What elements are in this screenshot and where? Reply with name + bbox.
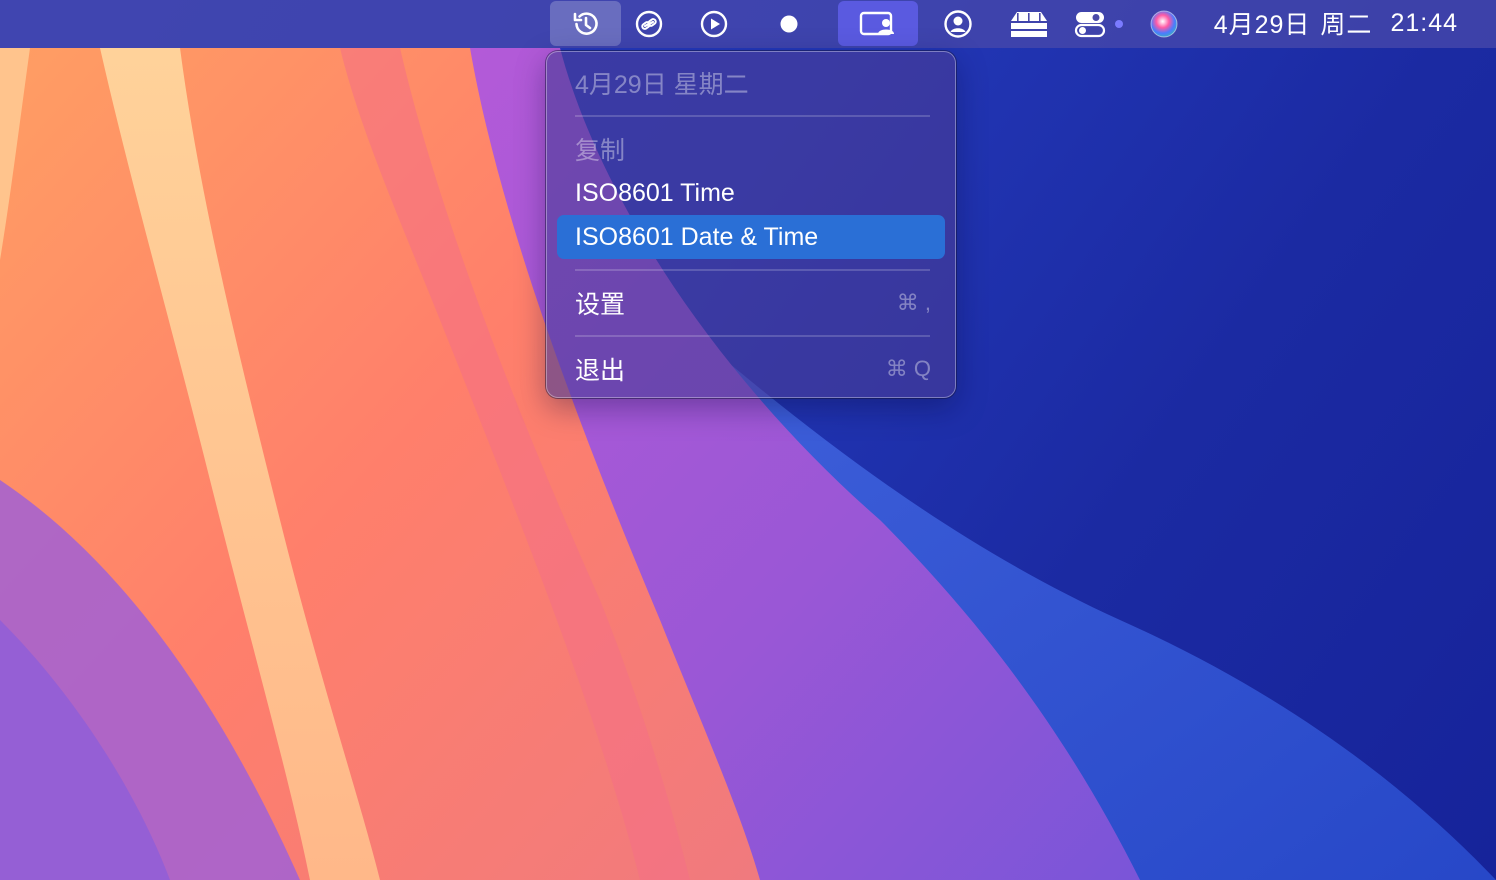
account-menu-extra[interactable] — [940, 0, 976, 48]
quit-shortcut: ⌘ Q — [885, 356, 931, 381]
menu-item-settings-label: 设置 — [575, 291, 626, 319]
menu-item-iso-datetime-label: ISO8601 Date & Time — [575, 222, 819, 251]
menu-copy-header-label: 复制 — [575, 137, 626, 165]
menu-item-iso-datetime[interactable]: ISO8601 Date & Time — [557, 215, 945, 259]
menu-separator — [575, 269, 930, 271]
stacks-icon — [1011, 12, 1047, 37]
recording-dot[interactable] — [775, 0, 803, 48]
siri-icon — [1150, 10, 1178, 38]
control-center-menu-extra[interactable] — [1072, 0, 1128, 48]
menu-item-iso-time-label: ISO8601 Time — [575, 178, 735, 207]
menu-item-settings[interactable]: 设置 ⌘ , — [557, 281, 945, 325]
menu-item-quit-label: 退出 — [575, 357, 626, 385]
menu-date-header: 4月29日 星期二 — [557, 61, 945, 105]
clock-time: 21:44 — [1390, 8, 1458, 37]
menu-separator — [575, 335, 930, 337]
menu-date-header-label: 4月29日 星期二 — [575, 71, 749, 99]
dot-icon — [780, 15, 798, 33]
clock-date: 4月29日 — [1213, 11, 1311, 39]
history-icon — [573, 12, 598, 35]
stacks-menu-extra[interactable] — [1005, 0, 1053, 48]
clock-weekday: 周二 — [1320, 11, 1373, 39]
siri-menu-extra[interactable] — [1146, 0, 1182, 48]
settings-shortcut: ⌘ , — [896, 290, 931, 315]
account-icon — [944, 10, 972, 38]
play-icon — [700, 10, 728, 38]
menu-item-quit[interactable]: 退出 ⌘ Q — [557, 347, 945, 391]
menu-copy-header: 复制 — [557, 127, 945, 171]
link-icon — [635, 10, 663, 38]
link-menu-extra[interactable] — [630, 0, 668, 48]
menu-item-iso-time[interactable]: ISO8601 Time — [557, 171, 945, 215]
date-menu-dropdown: 4月29日 星期二 复制 ISO8601 Time ISO8601 Date &… — [546, 51, 956, 398]
menu-separator — [575, 115, 930, 117]
menubar-clock[interactable]: 4月29日 周二 21:44 — [1214, 0, 1458, 46]
play-menu-extra[interactable] — [695, 0, 733, 48]
screen-share-menu-extra[interactable] — [838, 0, 918, 48]
desktop: 4月29日 周二 21:44 4月29日 星期二 复制 ISO8601 Time… — [0, 0, 1496, 880]
history-menu-extra[interactable] — [550, 0, 621, 48]
screen-share-icon — [859, 11, 894, 36]
control-center-icon — [1074, 12, 1123, 38]
menu-bar: 4月29日 周二 21:44 — [0, 0, 1496, 48]
